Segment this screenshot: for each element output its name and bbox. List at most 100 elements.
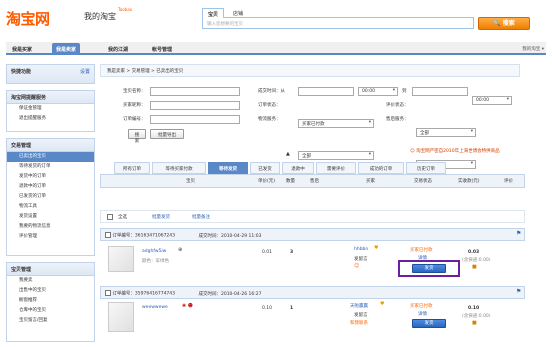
- item-price: 0.01: [262, 250, 273, 255]
- sidebar-quick: 快捷功能 设置: [6, 64, 95, 84]
- item-title[interactable]: weewwewe: [142, 305, 168, 310]
- item-qty: 3: [290, 250, 294, 255]
- sidebar-item-shipping[interactable]: 发货中的订单: [7, 172, 94, 182]
- sidebar-item-sold[interactable]: 已卖出的宝贝: [7, 152, 94, 162]
- item-qty: 1: [290, 306, 294, 311]
- order-no-input[interactable]: [150, 115, 240, 124]
- sidebar-trade: 交易管理 已卖出的宝贝 等待发货的订单 发货中的订单 退款中的订单 已发货的订单…: [6, 138, 95, 256]
- item-badge-icon: ⊕: [178, 247, 183, 253]
- quick-functions-label: 快捷功能: [11, 69, 32, 75]
- tab-need-rating[interactable]: 需要评价: [316, 162, 356, 174]
- filter-search-button[interactable]: 搜索: [128, 129, 146, 144]
- sidebar-item-ratings[interactable]: 评价管理: [7, 232, 94, 242]
- tab-account[interactable]: 帐号管理: [148, 43, 176, 54]
- time-to-label: 到: [402, 89, 407, 94]
- batch-ship-link[interactable]: 批量发货: [152, 214, 170, 220]
- sidebar-item-awaiting-ship[interactable]: 等待发货的订单: [7, 162, 94, 172]
- notice-banner[interactable]: ☺ 淘宝网严密自2010年上海世博会特供商品: [410, 148, 500, 154]
- trade-title: 交易管理: [11, 143, 32, 149]
- item-thumbnail[interactable]: [108, 246, 134, 272]
- main-nav: [6, 42, 546, 55]
- collapse-toggle-icon[interactable]: ▲: [286, 151, 290, 157]
- item-title[interactable]: adghfw5iw: [142, 249, 166, 254]
- sidebar-item-showcase[interactable]: 橱窗推荐: [7, 296, 94, 306]
- trade-time-label: 成交时间：从: [258, 89, 285, 94]
- search-button[interactable]: 🔍 搜索: [478, 17, 530, 30]
- flag-icon[interactable]: ⚑: [516, 288, 521, 295]
- amount-icon: ■: [472, 264, 477, 270]
- goods-title: 宝贝管理: [11, 267, 32, 273]
- sidebar-item-ship-settings[interactable]: 发货设置: [7, 212, 94, 222]
- ship-button[interactable]: 发货: [412, 264, 446, 273]
- trade-header[interactable]: 交易管理: [7, 139, 94, 152]
- sidebar-item-sell[interactable]: 我要卖: [7, 276, 94, 286]
- aftersale-label: 售后服务：: [386, 117, 409, 122]
- item-badge-icon: ❀ ☻: [182, 303, 193, 309]
- tab-await-shipment[interactable]: 等待发货: [208, 162, 248, 174]
- tab-seller[interactable]: 我是卖家: [52, 43, 81, 54]
- batch-export-button[interactable]: 批量导出: [150, 129, 184, 139]
- rating-status-label: 评价状态：: [386, 103, 409, 108]
- sidebar-item-shipped[interactable]: 已发货的订单: [7, 192, 94, 202]
- order-status-select[interactable]: 买家已付款: [298, 119, 374, 128]
- trade-status: 买家已付款: [410, 248, 433, 253]
- col-rating: 评价: [504, 179, 513, 184]
- order-checkbox[interactable]: [105, 290, 111, 296]
- batch-memo-link[interactable]: 批量备注: [192, 214, 210, 220]
- sidebar-item-on-sale[interactable]: 出售中的宝贝: [7, 286, 94, 296]
- buyer-level-icon: ♥: [374, 245, 379, 251]
- order-amount: 0.03: [468, 250, 480, 255]
- tab-all-orders[interactable]: 所有订单: [114, 162, 150, 174]
- my-taobao-menu[interactable]: 我的淘宝 ▾: [522, 46, 544, 52]
- item-name-input[interactable]: [150, 87, 240, 96]
- goods-header[interactable]: 宝贝管理: [7, 263, 94, 276]
- time-to-select[interactable]: 00:00: [472, 96, 512, 105]
- buyer-message-link[interactable]: 发留言: [354, 256, 368, 262]
- trade-detail-link[interactable]: 详情: [418, 311, 427, 317]
- search-tab-item[interactable]: 宝贝: [202, 8, 225, 18]
- breadcrumb: 我是卖家 > 交易管理 > 已卖出的宝贝: [100, 64, 520, 77]
- sidebar-item-logistics-tools[interactable]: 物流工具: [7, 202, 94, 212]
- time-from-input[interactable]: [298, 87, 354, 96]
- taobao-logo[interactable]: 淘宝网: [6, 8, 50, 29]
- select-all-checkbox[interactable]: [107, 214, 113, 220]
- contact-me-link[interactable]: 和我联系: [350, 320, 368, 326]
- buyer-message-link[interactable]: 发留言: [354, 312, 368, 318]
- quick-settings-link[interactable]: 设置: [80, 68, 90, 75]
- order-time: 成交时间：2010-04-26 16:27: [198, 291, 262, 297]
- tab-jianghu[interactable]: 我的江湖: [104, 43, 132, 54]
- search-input[interactable]: 输入您想要的宝贝: [202, 17, 474, 29]
- item-thumbnail[interactable]: [108, 302, 134, 332]
- item-price: 0.10: [262, 306, 273, 311]
- logistics-select[interactable]: 全部: [298, 151, 374, 160]
- search-button-label: 搜索: [502, 20, 515, 27]
- sidebar-item-exit-service[interactable]: 退出提醒服务: [7, 114, 94, 124]
- buyer-nick-input[interactable]: [150, 101, 240, 110]
- buyer-nick[interactable]: hhbbn: [354, 247, 368, 252]
- order-header: 订单编号：35976416774743 成交时间：2010-04-26 16:2…: [100, 286, 525, 299]
- services-header[interactable]: 淘宝网提醒服务: [7, 91, 94, 104]
- sidebar-quick-title: 快捷功能 设置: [7, 65, 94, 83]
- sidebar-item-deposit[interactable]: 保证金管理: [7, 104, 94, 114]
- sidebar-item-warehouse[interactable]: 仓库中的宝贝: [7, 306, 94, 316]
- flag-icon[interactable]: ⚑: [516, 230, 521, 237]
- my-taobao-title: 我的淘宝: [84, 12, 116, 21]
- sidebar-item-messages[interactable]: 宝贝留言/回复: [7, 316, 94, 326]
- sidebar-item-logistics-info[interactable]: 我要的物流信息: [7, 222, 94, 232]
- time-to-input[interactable]: [412, 87, 468, 96]
- rating-status-select[interactable]: 全部: [416, 128, 476, 137]
- tab-refunding[interactable]: 退款中: [282, 162, 314, 174]
- wangwang-icon[interactable]: ☺: [354, 263, 359, 269]
- tab-history-orders[interactable]: 历史订单: [406, 162, 446, 174]
- tab-buyer[interactable]: 我是买家: [8, 43, 36, 54]
- time-from-select[interactable]: 00:00: [358, 87, 398, 96]
- buyer-nick-label: 买家昵称：: [123, 103, 146, 108]
- sidebar-item-refund[interactable]: 退款中的订单: [7, 182, 94, 192]
- order-amount: 0.10: [468, 306, 480, 311]
- tab-shipped[interactable]: 已发货: [250, 162, 280, 174]
- buyer-nick[interactable]: 天啦赢赢: [350, 303, 368, 309]
- tab-success-orders[interactable]: 成功的订单: [358, 162, 404, 174]
- ship-button[interactable]: 发货: [412, 319, 446, 328]
- order-checkbox[interactable]: [105, 232, 111, 238]
- tab-await-payment[interactable]: 等待买家付款: [152, 162, 206, 174]
